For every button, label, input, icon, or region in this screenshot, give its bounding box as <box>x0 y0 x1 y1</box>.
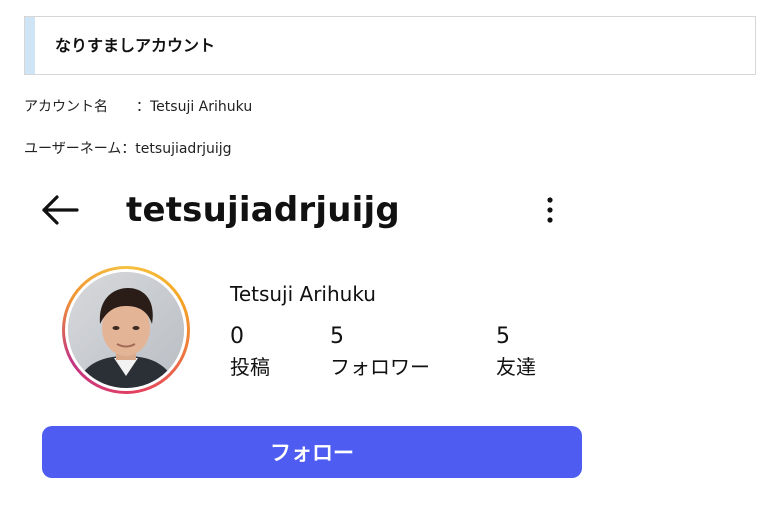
stat-followers[interactable]: 5 フォロワー <box>330 322 430 382</box>
username-label: ユーザーネーム <box>24 141 122 157</box>
account-name-line: アカウント名 ：Tetsuji Arihuku <box>24 96 252 116</box>
friends-label: 友達 <box>496 355 536 379</box>
profile-top-bar: tetsujiadrjuijg <box>24 178 600 242</box>
account-name-label: アカウント名 <box>24 99 108 115</box>
avatar-photo <box>68 272 184 388</box>
avatar-story-ring[interactable] <box>62 266 190 394</box>
username-line: ユーザーネーム：tetsujiadrjuijg <box>24 138 232 158</box>
posts-label: 投稿 <box>230 355 270 379</box>
back-button[interactable] <box>40 192 80 228</box>
username-value: ：tetsujiadrjuijg <box>121 141 232 157</box>
profile-card: tetsujiadrjuijg Tetsuji Arihuku 0 投稿 5 フ… <box>24 178 600 508</box>
arrow-left-icon <box>42 195 79 225</box>
profile-handle: tetsujiadrjuijg <box>126 190 400 230</box>
more-vertical-icon <box>547 197 553 223</box>
heading-accent-bar <box>25 17 35 74</box>
followers-label: フォロワー <box>330 355 430 379</box>
follow-button[interactable]: フォロー <box>42 426 582 478</box>
stat-posts[interactable]: 0 投稿 <box>230 322 270 382</box>
section-heading-box: なりすましアカウント <box>24 16 756 75</box>
more-options-button[interactable] <box>538 194 562 226</box>
followers-count: 5 <box>330 324 344 349</box>
section-heading: なりすましアカウント <box>55 36 216 55</box>
avatar <box>68 272 184 388</box>
display-name: Tetsuji Arihuku <box>230 282 376 306</box>
account-name-value: ：Tetsuji Arihuku <box>136 99 253 115</box>
friends-count: 5 <box>496 324 510 349</box>
posts-count: 0 <box>230 324 244 349</box>
stat-friends[interactable]: 5 友達 <box>496 322 536 382</box>
